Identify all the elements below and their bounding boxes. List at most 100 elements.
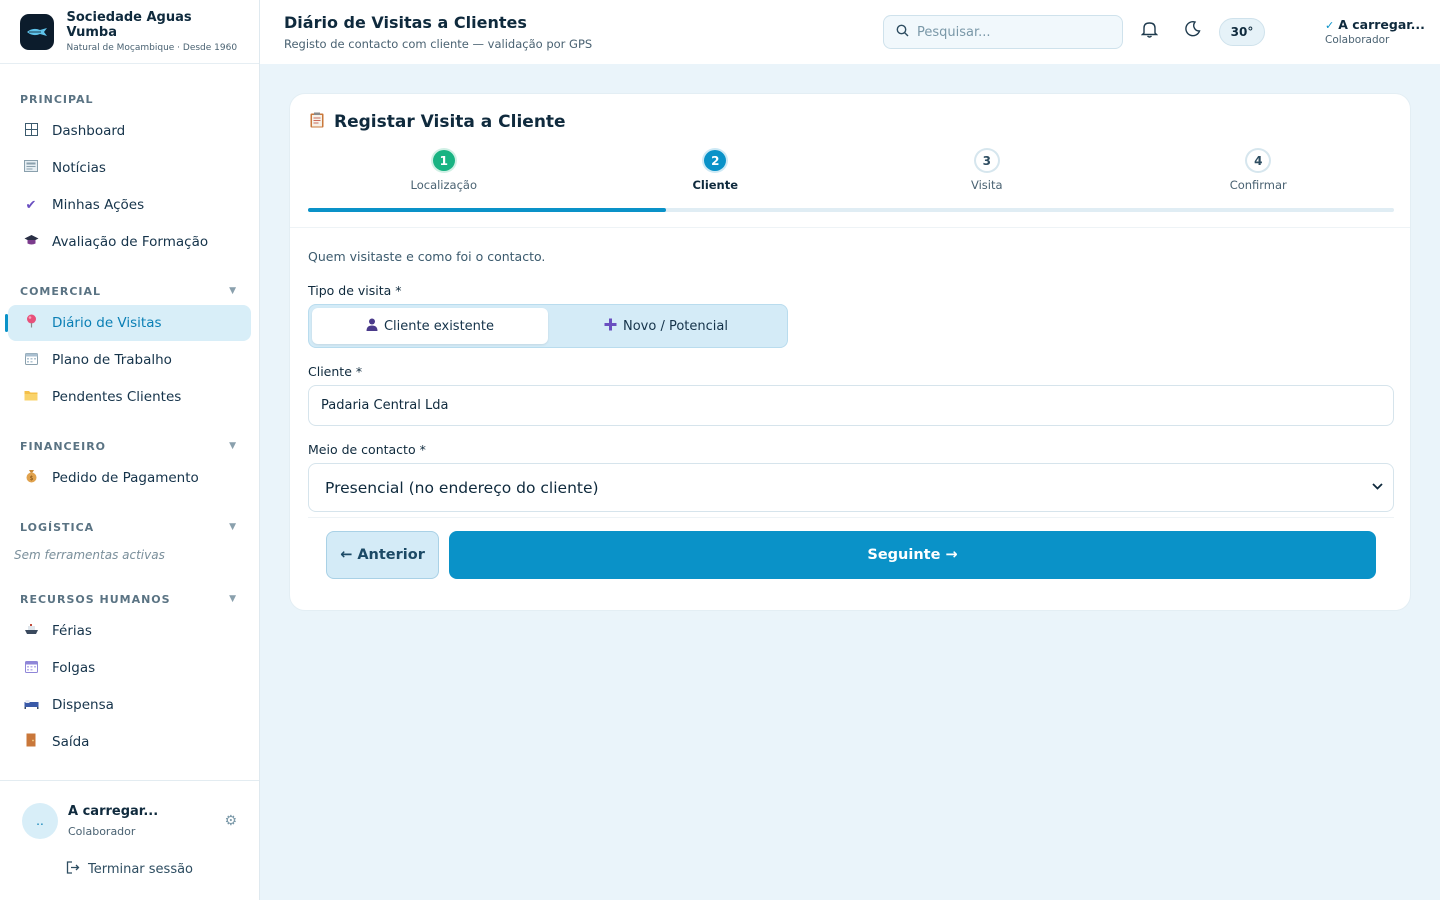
sidebar-item-label: Saída — [52, 734, 90, 750]
client-label: Cliente * — [308, 364, 363, 379]
logout-icon — [66, 861, 80, 878]
pin-icon — [22, 314, 40, 332]
logout-button[interactable]: Terminar sessão — [0, 861, 259, 878]
sidebar-item-avaliacao-formacao[interactable]: Avaliação de Formação — [8, 224, 251, 260]
bed-icon — [22, 698, 40, 713]
step-number: 4 — [1245, 148, 1272, 173]
sidebar-item-label: Dispensa — [52, 697, 114, 713]
sidebar-item-dashboard[interactable]: Dashboard — [8, 113, 251, 149]
user-name: A carregar... — [68, 804, 159, 819]
visit-type-existing-button[interactable]: Cliente existente — [312, 308, 548, 344]
sidebar-item-label: Avaliação de Formação — [52, 234, 209, 250]
step-label: Localização — [410, 178, 478, 192]
search-box[interactable] — [883, 15, 1123, 49]
section-recursos-humanos[interactable]: RECURSOS HUMANOS ▼ — [0, 586, 259, 612]
visit-type-existing-label: Cliente existente — [383, 318, 495, 334]
check-icon: ✓ — [1325, 19, 1335, 32]
check-icon: ✔ — [25, 197, 37, 213]
search-input[interactable] — [917, 24, 1107, 40]
step-cliente[interactable]: 2 Cliente — [580, 148, 852, 192]
user-role: Colaborador — [68, 825, 136, 838]
bell-icon[interactable] — [1140, 20, 1159, 42]
sidebar-item-label: Diário de Visitas — [52, 315, 162, 331]
brand[interactable]: Sociedade Aguas Vumba Natural de Moçambi… — [0, 0, 259, 64]
person-icon — [366, 318, 378, 335]
client-value: Padaria Central Lda — [321, 398, 449, 413]
section-title: FINANCEIRO — [20, 439, 107, 453]
top-header: Diário de Visitas a Clientes Registo de … — [260, 0, 1440, 64]
progress-bar — [308, 208, 1394, 212]
clipboard-icon — [310, 112, 324, 132]
visit-type-new-label: Novo / Potencial — [623, 318, 728, 334]
sidebar-item-pedido-pagamento[interactable]: $ Pedido de Pagamento — [8, 460, 251, 496]
step-localizacao[interactable]: 1 Localização — [308, 148, 580, 192]
section-comercial[interactable]: COMERCIAL ▼ — [0, 278, 259, 304]
sidebar: Sociedade Aguas Vumba Natural de Moçambi… — [0, 0, 260, 900]
brand-name: Sociedade Aguas Vumba — [66, 10, 192, 40]
chevron-down-icon: ▼ — [229, 594, 237, 604]
step-number: 1 — [430, 148, 457, 173]
section-title: PRINCIPAL — [20, 92, 94, 106]
sidebar-item-pendentes-clientes[interactable]: Pendentes Clientes — [8, 379, 251, 415]
sidebar-item-dispensa[interactable]: Dispensa — [8, 687, 251, 723]
sidebar-item-label: Dashboard — [52, 123, 126, 139]
sidebar-item-saida[interactable]: Saída — [8, 724, 251, 760]
sidebar-item-label: Pendentes Clientes — [52, 389, 182, 405]
boat-icon — [22, 623, 40, 639]
visit-type-new-button[interactable]: Novo / Potencial — [548, 308, 784, 344]
section-title: COMERCIAL — [20, 284, 102, 298]
door-icon — [22, 733, 40, 751]
chevron-down-icon: ▼ — [229, 441, 237, 451]
sidebar-item-label: Folgas — [52, 660, 96, 676]
contact-method-select[interactable]: Presencial (no endereço do cliente) — [308, 463, 1394, 512]
sidebar-user[interactable]: .. A carregar... Colaborador ⚙ — [0, 781, 259, 839]
sidebar-item-label: Férias — [52, 623, 92, 639]
step-confirmar[interactable]: 4 Confirmar — [1123, 148, 1395, 192]
step-label: Visita — [970, 178, 1003, 192]
client-input[interactable]: Padaria Central Lda — [308, 385, 1394, 426]
form-intro: Quem visitaste e como foi o contacto. — [308, 249, 546, 264]
header-user[interactable]: ✓ A carregar... Colaborador — [1325, 17, 1425, 46]
progress-fill — [308, 208, 667, 212]
divider — [290, 227, 1410, 228]
sidebar-item-diario-visitas[interactable]: Diário de Visitas — [5, 305, 251, 341]
previous-button[interactable]: ← Anterior — [326, 531, 439, 579]
visit-type-toggle: Cliente existente Novo / Potencial — [308, 304, 788, 348]
svg-text:$: $ — [29, 475, 33, 482]
visit-form-card: Registar Visita a Cliente 1 Localização … — [289, 93, 1411, 611]
money-bag-icon: $ — [22, 469, 40, 487]
section-financeiro[interactable]: FINANCEIRO ▼ — [0, 433, 259, 459]
calendar-icon — [22, 352, 40, 369]
page-title: Diário de Visitas a Clientes — [284, 13, 527, 32]
section-logistica[interactable]: LOGÍSTICA ▼ — [0, 514, 259, 540]
chevron-down-icon: ▼ — [229, 522, 237, 532]
moon-icon[interactable] — [1184, 20, 1201, 41]
sidebar-footer: .. A carregar... Colaborador ⚙ Terminar … — [0, 780, 259, 900]
sidebar-item-noticias[interactable]: Notícias — [8, 150, 251, 186]
divider — [308, 517, 1394, 518]
sidebar-item-label: Minhas Ações — [52, 197, 145, 213]
stepper: 1 Localização 2 Cliente 3 Visita 4 Confi… — [308, 148, 1394, 192]
sidebar-item-minhas-acoes[interactable]: ✔ Minhas Ações — [8, 187, 251, 223]
header-user-role: Colaborador — [1325, 34, 1390, 46]
chevron-down-icon: ▼ — [229, 286, 237, 296]
section-principal: PRINCIPAL — [0, 86, 259, 112]
step-visita[interactable]: 3 Visita — [851, 148, 1123, 192]
step-number: 3 — [973, 148, 1000, 173]
sidebar-item-label: Plano de Trabalho — [52, 352, 172, 368]
sidebar-item-label: Notícias — [52, 160, 106, 176]
sidebar-item-folgas[interactable]: Folgas — [8, 650, 251, 686]
chevron-down-icon — [1372, 479, 1383, 493]
search-icon — [896, 24, 909, 41]
sidebar-item-ferias[interactable]: Férias — [8, 613, 251, 649]
plus-icon — [604, 318, 617, 335]
contact-method-label: Meio de contacto * — [308, 442, 426, 457]
calendar-icon — [22, 660, 40, 677]
sidebar-item-plano-trabalho[interactable]: Plano de Trabalho — [8, 342, 251, 378]
logout-label: Terminar sessão — [87, 862, 194, 877]
next-button[interactable]: Seguinte → — [449, 531, 1376, 579]
form-title-label: Registar Visita a Cliente — [334, 112, 566, 132]
header-user-name: A carregar... — [1338, 17, 1425, 32]
graduation-cap-icon — [22, 234, 40, 250]
gear-icon[interactable]: ⚙ — [224, 813, 237, 829]
